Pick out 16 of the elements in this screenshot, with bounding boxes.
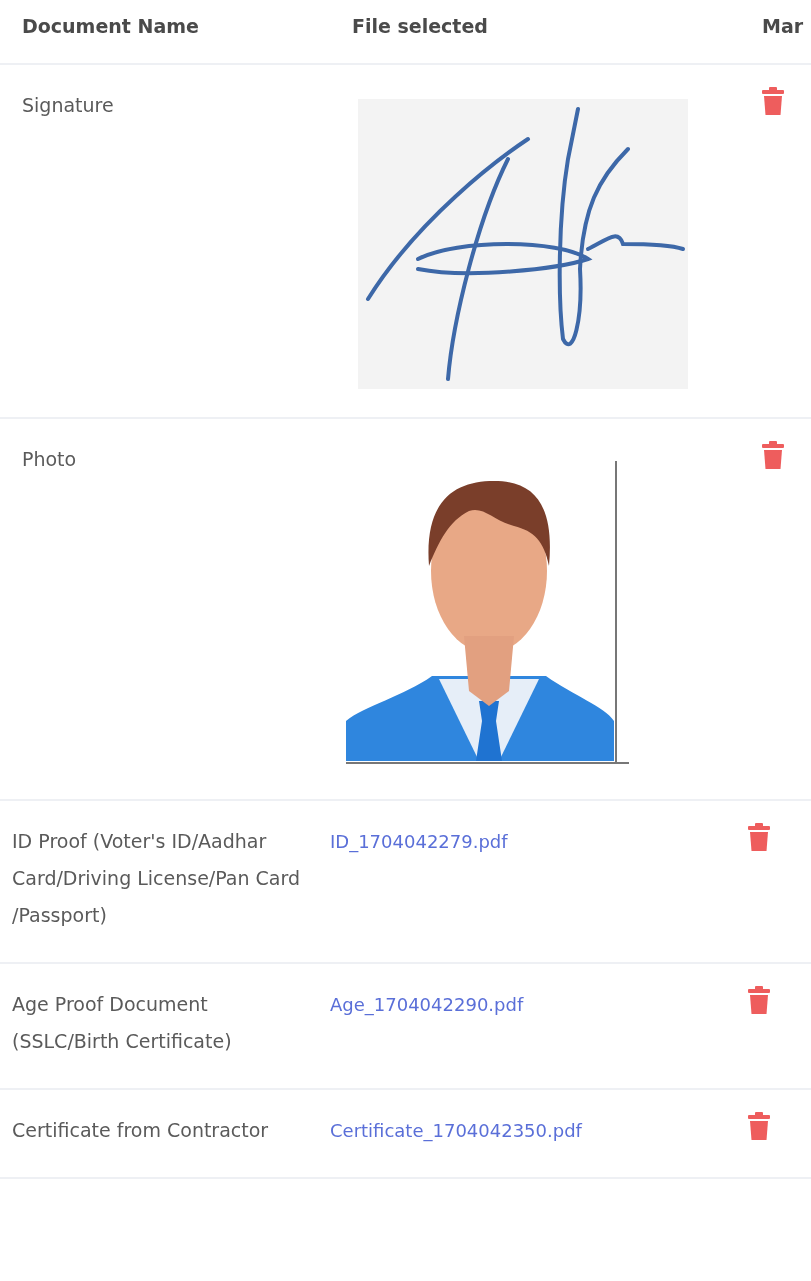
file-link[interactable]: ID_1704042279.pdf xyxy=(330,830,508,852)
delete-icon[interactable] xyxy=(762,86,784,115)
delete-icon[interactable] xyxy=(748,822,770,851)
document-name: Age Proof Document (SSLC/Birth Certificate) xyxy=(12,992,232,1052)
document-name: Certificate from Contractor xyxy=(12,1118,269,1141)
delete-icon[interactable] xyxy=(748,1111,770,1140)
document-name: Signature xyxy=(22,93,114,116)
file-link[interactable]: Certificate_1704042350.pdf xyxy=(330,1119,582,1141)
file-link[interactable]: Age_1704042290.pdf xyxy=(330,993,524,1015)
document-name: Photo xyxy=(22,447,77,470)
delete-icon[interactable] xyxy=(762,440,784,469)
column-header: Document Name xyxy=(22,15,199,37)
column-header: File selected xyxy=(352,15,488,37)
delete-icon[interactable] xyxy=(748,985,770,1014)
document-name: ID Proof (Voter's ID/Aadhar Card/Driving License/Pan Card /Passport) xyxy=(12,829,301,926)
column-header: Mar xyxy=(762,15,804,37)
